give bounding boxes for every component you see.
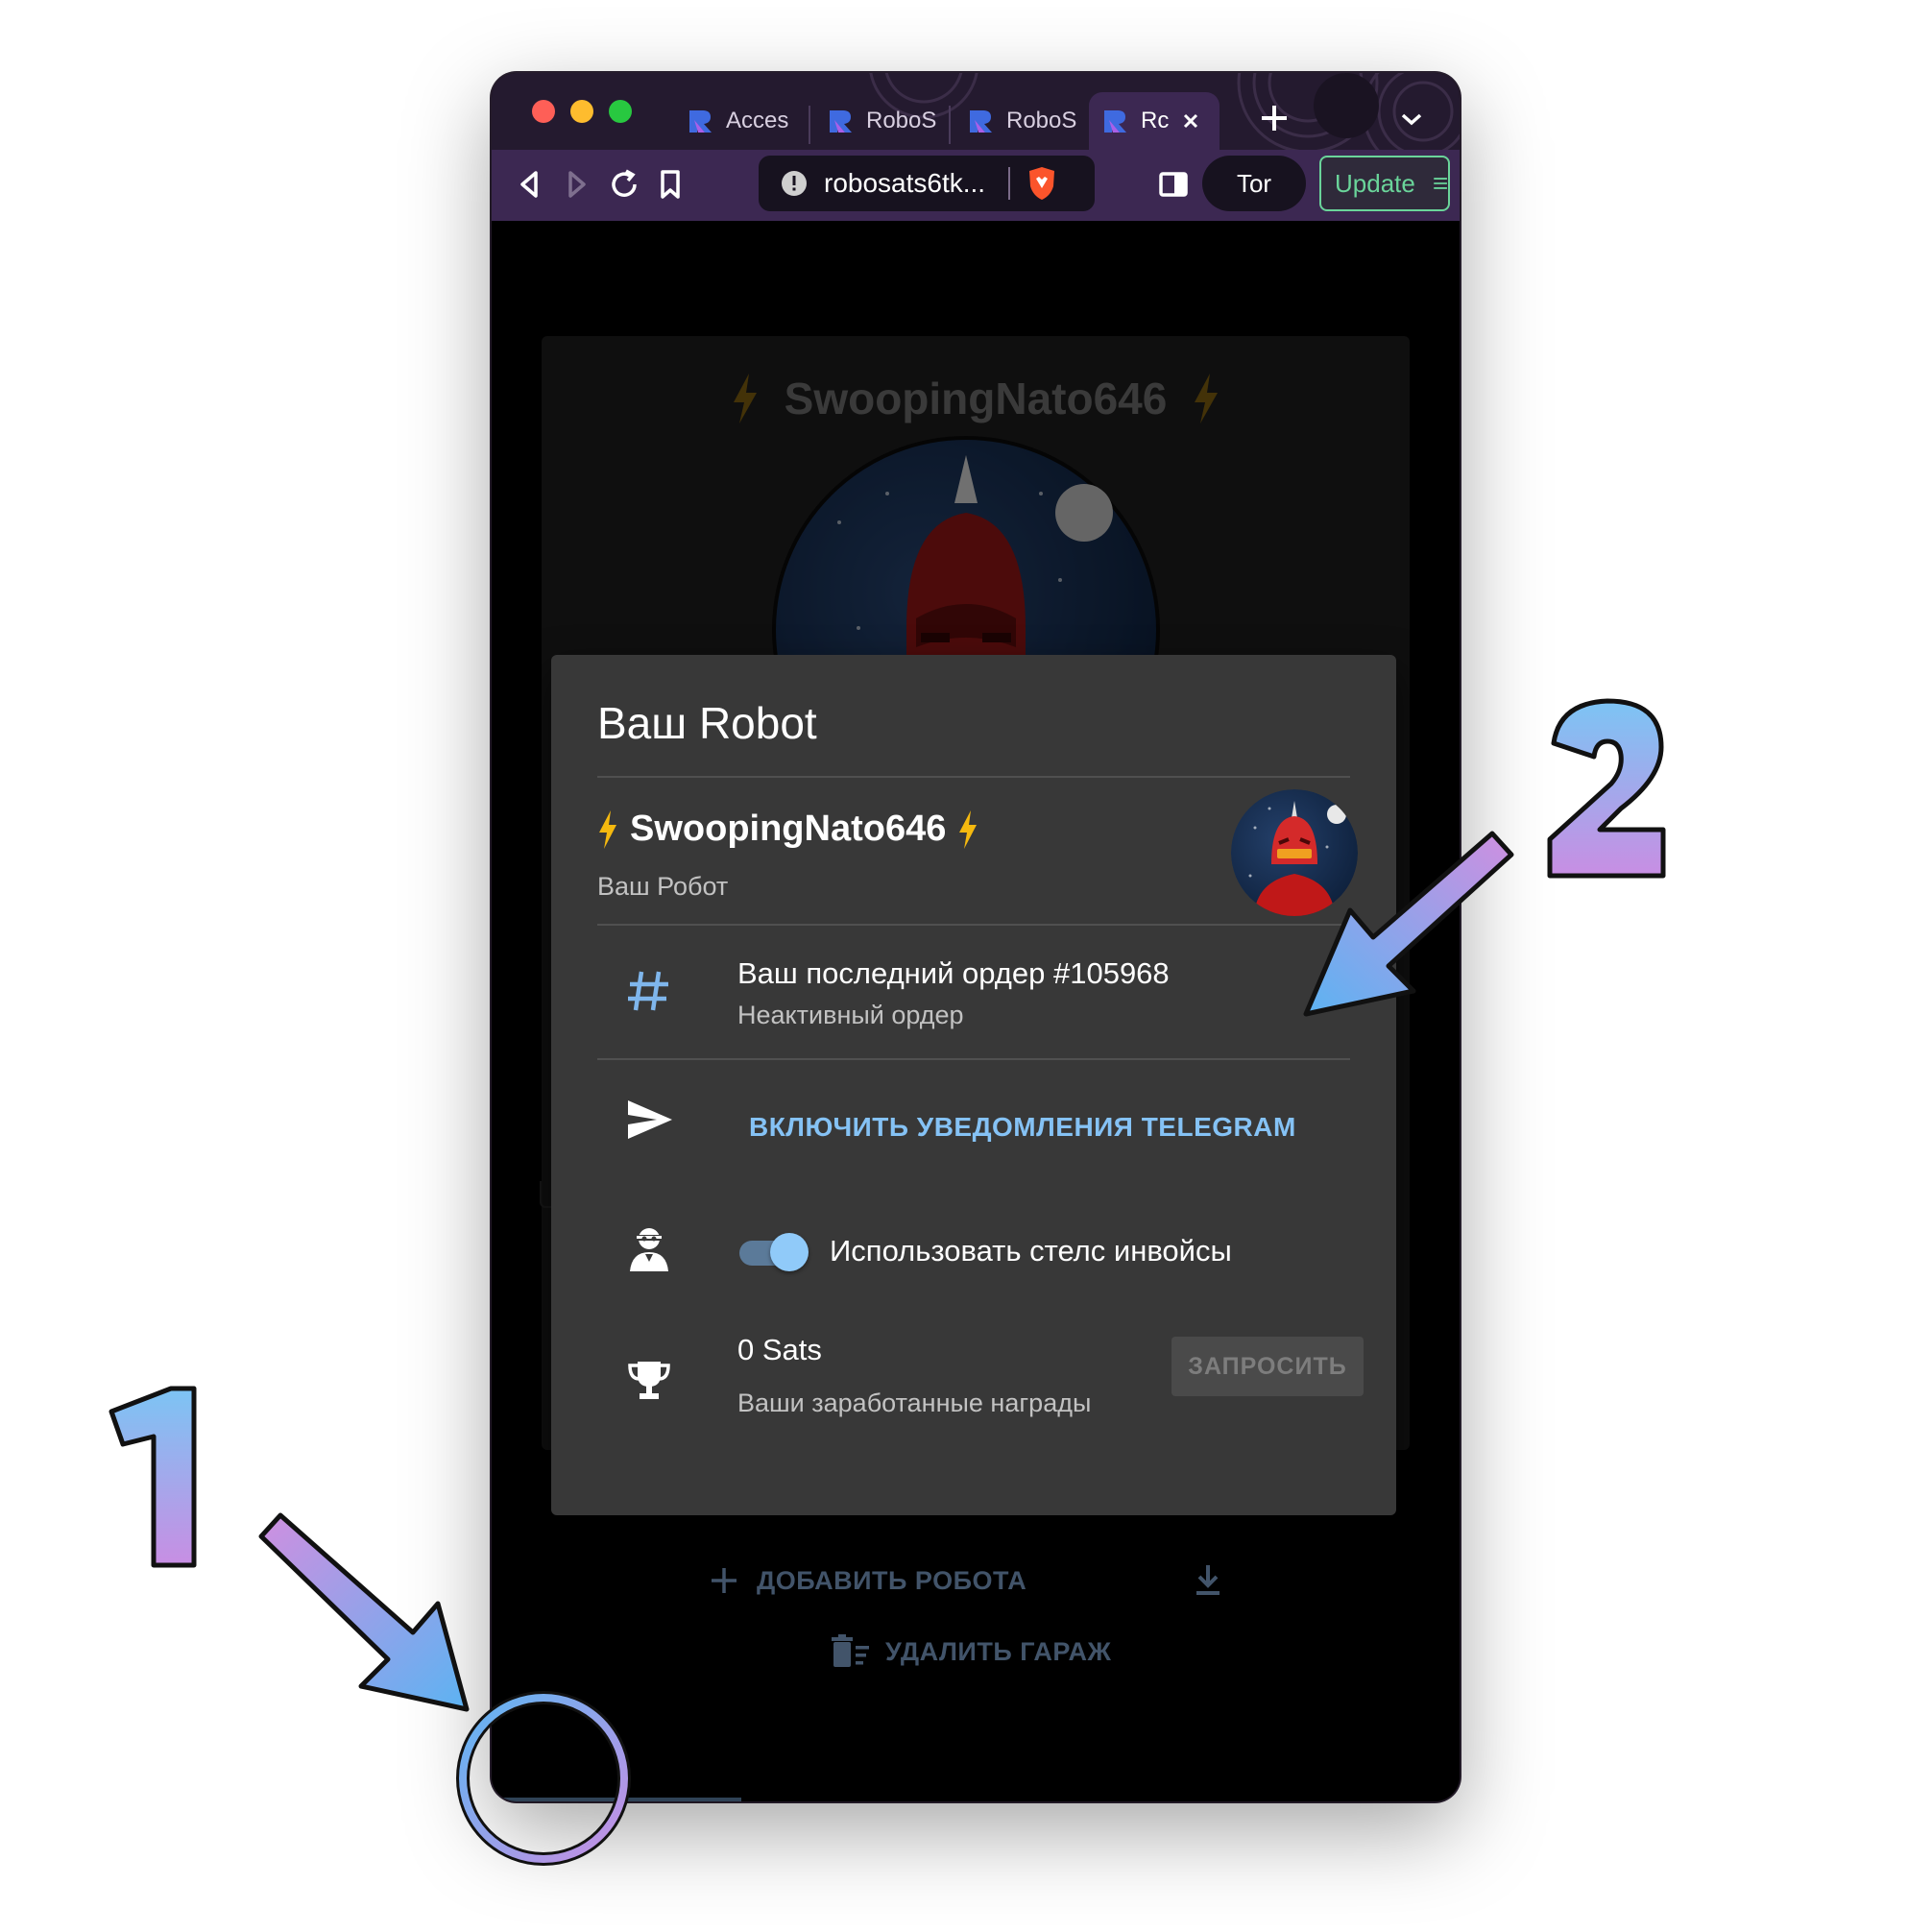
tor-button[interactable]: Tor: [1202, 156, 1306, 211]
add-robot-label: ДОБАВИТЬ РОБОТА: [757, 1565, 1027, 1595]
hamburger-menu-icon: [1434, 178, 1447, 189]
brave-shield-icon[interactable]: [1026, 165, 1058, 202]
divider: [597, 1058, 1350, 1060]
add-robot-button[interactable]: ДОБАВИТЬ РОБОТА: [709, 1565, 1026, 1596]
delete-garage-button[interactable]: УДАЛИТЬ ГАРАЖ: [830, 1634, 1111, 1669]
tab-separator: [809, 106, 810, 144]
tab-separator: [949, 106, 951, 144]
tab-label: RoboS: [1006, 108, 1077, 133]
close-tab-icon[interactable]: [1181, 111, 1200, 131]
dialog-title: Ваш Robot: [597, 698, 817, 748]
incognito-user-icon: [630, 1228, 668, 1271]
new-tab-icon[interactable]: [1258, 102, 1291, 134]
robosats-logo-icon: [970, 110, 992, 133]
plus-icon: [712, 1568, 737, 1593]
tab-1[interactable]: Acces: [674, 92, 797, 150]
url-text[interactable]: robosats6tk...: [824, 168, 985, 199]
last-order-link[interactable]: Ваш последний ордер #105968: [737, 956, 1170, 991]
tab-bar: Acces RoboS RoboS Rc: [492, 73, 1460, 150]
divider: [597, 776, 1350, 778]
back-icon[interactable]: [511, 165, 549, 204]
robot-profile-dialog: Ваш Robot SwoopingNato646 Ваш Робот Ваш …: [551, 655, 1396, 1515]
robosats-logo-icon: [1104, 110, 1126, 133]
rewards-amount: 0 Sats: [737, 1333, 822, 1366]
stealth-invoices-label: Использовать стелс инвойсы: [830, 1234, 1232, 1268]
reload-icon[interactable]: [605, 165, 643, 204]
lightning-icon: [959, 809, 978, 849]
nickname-subtitle: Ваш Робот: [597, 872, 729, 901]
claim-rewards-button[interactable]: ЗАПРОСИТЬ: [1171, 1337, 1364, 1396]
close-window-button[interactable]: [532, 100, 555, 123]
delete-garage-label: УДАЛИТЬ ГАРАЖ: [885, 1636, 1112, 1666]
tab-3[interactable]: RoboS: [954, 92, 1079, 150]
annotation-number-1: [109, 1386, 197, 1568]
robosats-logo-icon: [689, 110, 712, 133]
divider: [597, 924, 1350, 926]
site-info-icon[interactable]: [780, 169, 809, 198]
update-label: Update: [1335, 168, 1415, 198]
maximize-window-button[interactable]: [609, 100, 632, 123]
tab-2[interactable]: RoboS: [814, 92, 939, 150]
hash-icon: [628, 971, 668, 1011]
tab-list-chevron-icon[interactable]: [1398, 108, 1425, 131]
annotation-arrow-2: [1303, 831, 1514, 1017]
address-bar[interactable]: robosats6tk...: [759, 156, 1095, 211]
sidebar-icon[interactable]: [1154, 165, 1193, 204]
robosats-logo-icon: [830, 110, 852, 133]
trophy-icon: [628, 1362, 670, 1399]
tab-active[interactable]: Rc: [1089, 92, 1220, 150]
minimize-window-button[interactable]: [570, 100, 593, 123]
enable-telegram-button[interactable]: ВКЛЮЧИТЬ УВЕДОМЛЕНИЯ TELEGRAM: [749, 1112, 1296, 1143]
rewards-label: Ваши заработанные награды: [737, 1389, 1092, 1417]
download-icon[interactable]: [1189, 1561, 1227, 1600]
annotation-ring-1: [456, 1691, 631, 1866]
tab-label: Acces: [726, 108, 789, 133]
nickname-text: SwoopingNato646: [630, 809, 947, 849]
annotation-number-2: [1547, 698, 1666, 879]
update-menu-button[interactable]: Update: [1319, 156, 1450, 211]
send-icon: [628, 1100, 672, 1139]
robot-nickname: SwoopingNato646: [597, 809, 978, 850]
url-divider: [1008, 167, 1011, 200]
bookmark-icon[interactable]: [651, 165, 689, 204]
forward-icon[interactable]: [557, 165, 595, 204]
tab-label: Rc: [1141, 108, 1170, 133]
lightning-icon: [599, 809, 616, 849]
tab-label: RoboS: [866, 108, 937, 133]
last-order-status: Неактивный ордер: [737, 1001, 964, 1029]
toggle-thumb: [770, 1233, 809, 1271]
delete-sweep-icon: [832, 1634, 869, 1667]
stealth-invoices-toggle[interactable]: [737, 1233, 810, 1271]
